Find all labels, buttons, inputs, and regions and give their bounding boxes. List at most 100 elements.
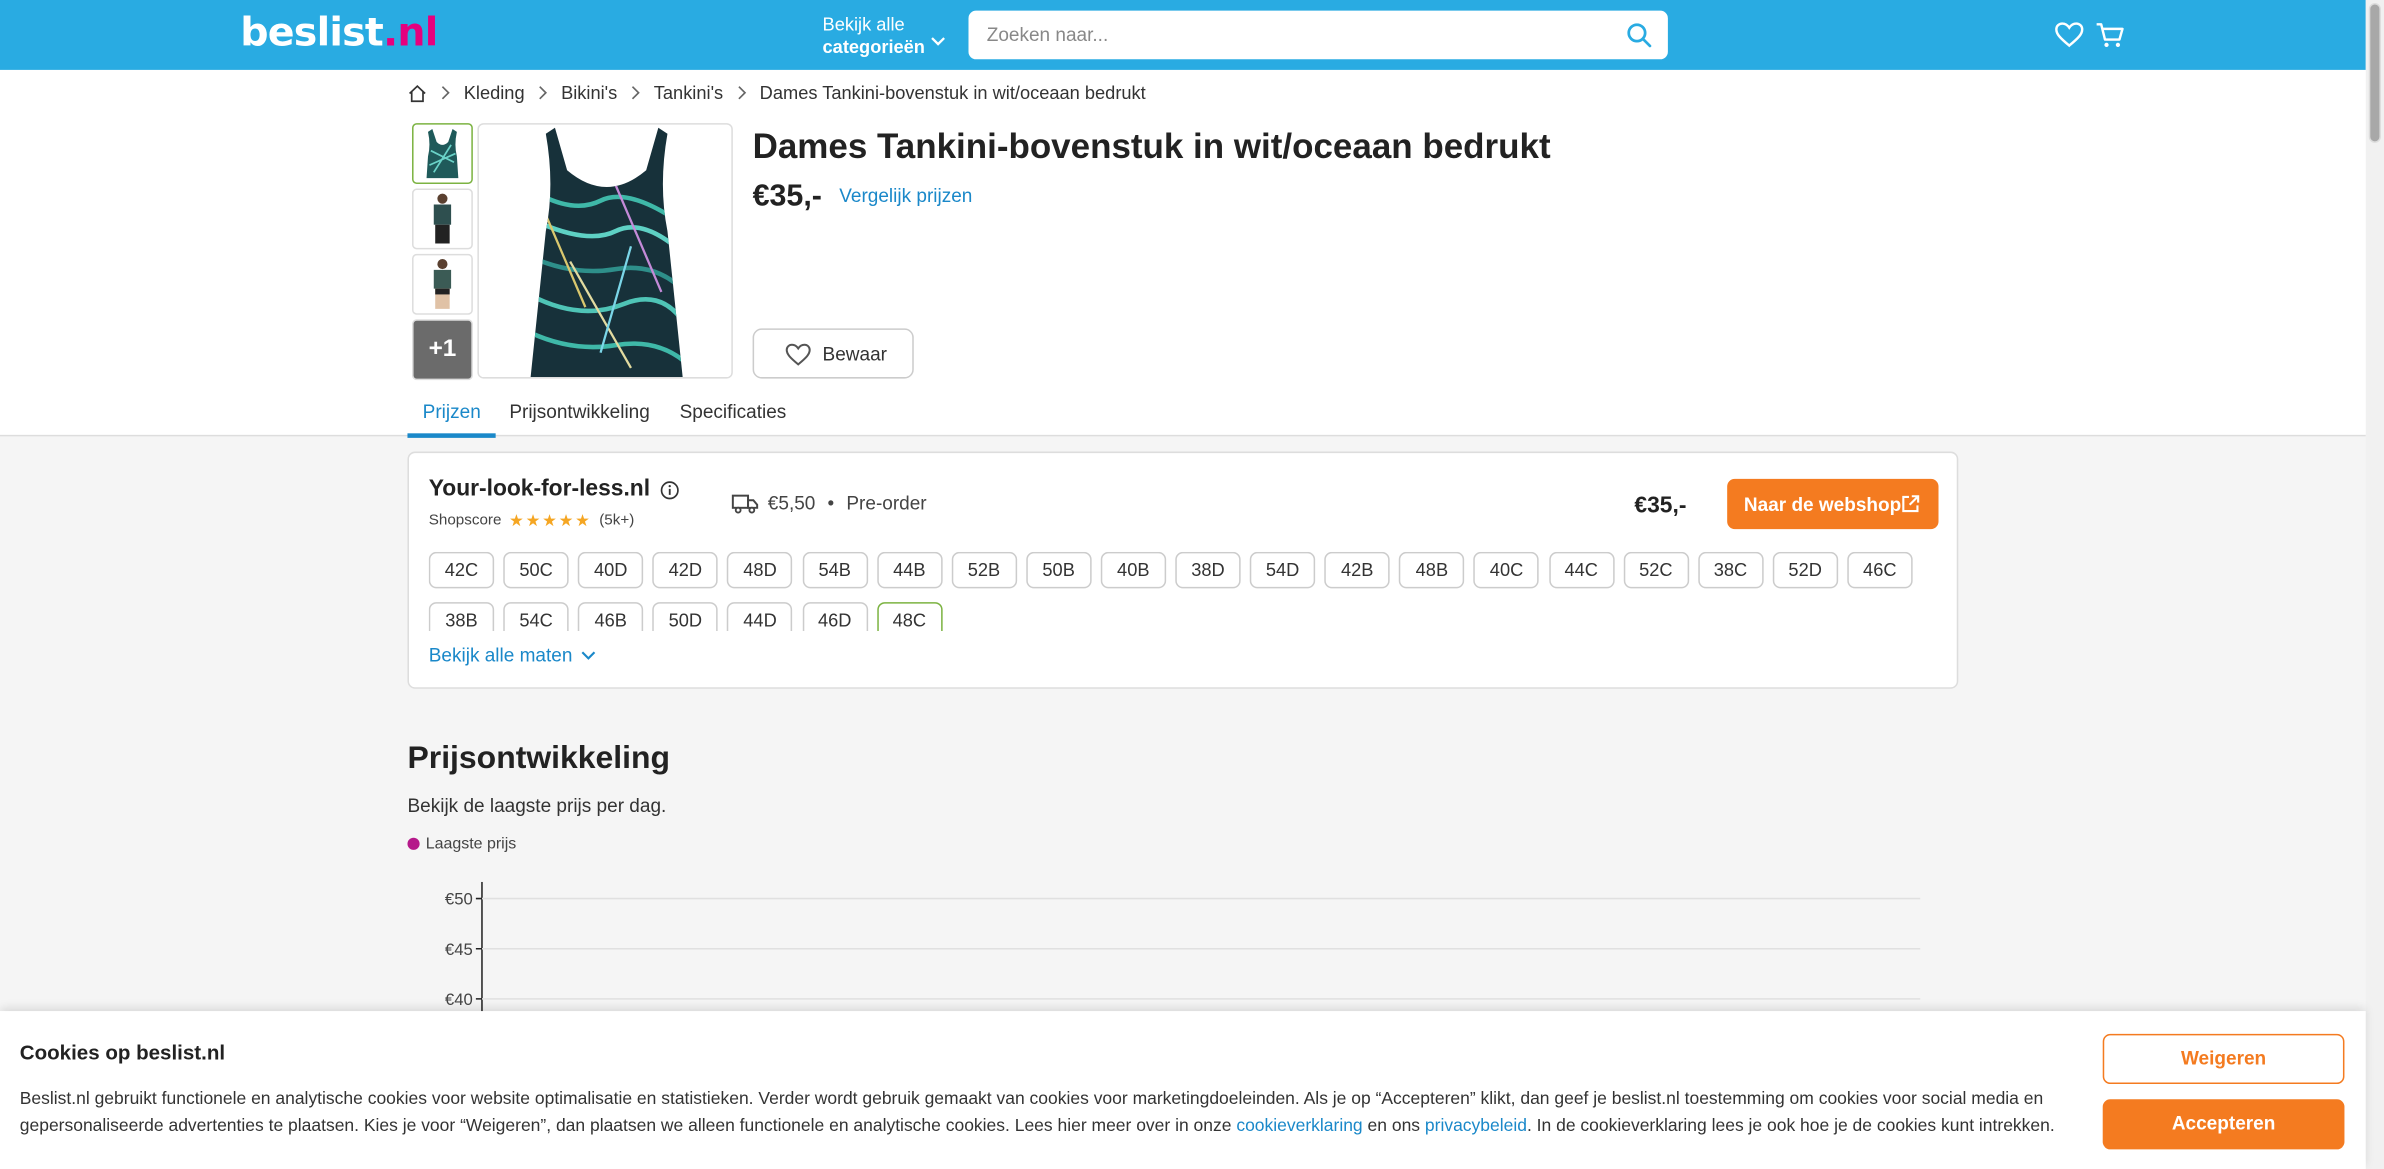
show-all-sizes-link[interactable]: Bekijk alle maten xyxy=(429,645,595,666)
logo-text: beslist xyxy=(240,10,384,57)
size-option[interactable]: 54C xyxy=(503,602,569,631)
size-option[interactable]: 38D xyxy=(1175,551,1241,589)
product-thumbnail[interactable] xyxy=(412,123,473,184)
shopscore: Shopscore ★★★★★ (5k+) xyxy=(428,511,635,531)
size-option[interactable]: 46C xyxy=(1847,551,1913,589)
size-option[interactable]: 44D xyxy=(727,602,793,631)
product-thumbnail[interactable] xyxy=(412,253,473,315)
show-all-sizes-label: Bekijk alle maten xyxy=(428,644,573,666)
tab-prijsontwikkeling[interactable]: Prijsontwikkeling xyxy=(509,401,649,422)
size-option[interactable]: 50B xyxy=(1025,551,1092,589)
chevron-right-icon xyxy=(441,86,450,100)
chevron-down-icon xyxy=(580,650,595,660)
go-to-webshop-button[interactable]: Naar de webshop xyxy=(1727,478,1939,530)
truck-icon xyxy=(731,494,759,514)
legend-label: Laagste prijs xyxy=(425,834,517,853)
logo[interactable]: beslist.nl xyxy=(240,10,438,57)
size-option[interactable]: 48C xyxy=(876,602,943,631)
active-tab-indicator xyxy=(407,433,496,438)
size-option[interactable]: 48D xyxy=(727,551,793,589)
chart-legend: Laagste prijs xyxy=(407,835,516,853)
webshop-button-label: Naar de webshop xyxy=(1743,494,1902,516)
scrollbar-thumb[interactable] xyxy=(2368,3,2381,143)
size-option[interactable]: 44B xyxy=(876,551,943,589)
shopscore-label: Shopscore xyxy=(428,512,502,530)
size-option[interactable]: 52C xyxy=(1623,551,1689,589)
shipping-cost: €5,50 xyxy=(767,492,816,514)
tabs-divider xyxy=(0,434,2366,437)
search-icon[interactable] xyxy=(1625,21,1652,48)
cookie-text: Beslist.nl gebruikt functionele en analy… xyxy=(20,1086,2073,1141)
categories-line2: categorieën xyxy=(822,36,925,58)
save-button[interactable]: Bewaar xyxy=(752,328,914,379)
size-option[interactable]: 48B xyxy=(1399,551,1465,589)
size-option[interactable]: 52D xyxy=(1772,551,1838,589)
tab-prijzen[interactable]: Prijzen xyxy=(423,401,481,422)
chevron-right-icon xyxy=(539,86,548,100)
privacy-policy-link[interactable]: privacybeleid xyxy=(1425,1117,1527,1135)
search-bar xyxy=(968,10,1668,60)
cookie-statement-link[interactable]: cookieverklaring xyxy=(1236,1117,1362,1135)
home-icon[interactable] xyxy=(407,83,427,103)
product-header-area xyxy=(0,69,2366,437)
page: beslist.nl Bekijk alle categorieën Kledi… xyxy=(0,0,2384,1169)
size-option[interactable]: 38C xyxy=(1697,551,1764,589)
shipping-info: €5,50 • Pre-order xyxy=(731,492,927,514)
size-option[interactable]: 44C xyxy=(1548,551,1614,589)
categories-menu-button[interactable]: Bekijk alle categorieën xyxy=(823,14,960,60)
size-option[interactable]: 54B xyxy=(802,551,868,589)
top-navigation-bar: beslist.nl Bekijk alle categorieën xyxy=(0,0,2366,70)
breadcrumb-item-kleding[interactable]: Kleding xyxy=(464,82,525,103)
size-option[interactable]: 50C xyxy=(503,551,569,589)
tab-specificaties[interactable]: Specificaties xyxy=(680,401,787,422)
size-option[interactable]: 52B xyxy=(951,551,1017,589)
logo-suffix: .nl xyxy=(383,10,438,57)
cart-icon[interactable] xyxy=(2095,20,2125,50)
chart-tick-label: €40 xyxy=(445,990,473,1009)
cookie-text-part3: . In de cookieverklaring lees je ook hoe… xyxy=(1526,1117,2055,1136)
size-option[interactable]: 38B xyxy=(428,602,495,631)
chevron-right-icon xyxy=(737,86,746,100)
size-option[interactable]: 42C xyxy=(428,551,495,589)
offer-price: €35,- xyxy=(1634,492,1687,519)
chevron-right-icon xyxy=(631,86,640,100)
compare-prices-link[interactable]: Vergelijk prijzen xyxy=(839,185,972,206)
search-input[interactable] xyxy=(983,22,1598,48)
heart-icon[interactable] xyxy=(2054,20,2084,50)
size-option[interactable]: 54D xyxy=(1249,551,1316,589)
cookie-banner: Cookies op beslist.nl Beslist.nl gebruik… xyxy=(0,1011,2366,1169)
offer-card: Your-look-for-less.nl Shopscore ★★★★★ (5… xyxy=(407,451,1959,689)
page-scrollbar[interactable] xyxy=(2365,0,2384,1169)
product-title: Dames Tankini-bovenstuk in wit/oceaan be… xyxy=(752,126,1551,166)
price-history-subtitle: Bekijk de laagste prijs per dag. xyxy=(407,795,667,817)
accept-cookies-button[interactable]: Accepteren xyxy=(2102,1099,2345,1150)
breadcrumb-item-tankinis[interactable]: Tankini's xyxy=(654,82,723,103)
size-option[interactable]: 42D xyxy=(652,551,719,589)
info-icon[interactable] xyxy=(660,480,680,500)
size-option[interactable]: 40C xyxy=(1473,551,1540,589)
breadcrumb-item-bikinis[interactable]: Bikini's xyxy=(561,82,617,103)
chart-tick-label: €45 xyxy=(445,940,473,959)
product-thumbnail[interactable] xyxy=(412,188,473,250)
chart-tick-label: €50 xyxy=(445,890,473,909)
cookie-title: Cookies op beslist.nl xyxy=(19,1041,226,1065)
legend-dot xyxy=(407,837,420,850)
size-option[interactable]: 40B xyxy=(1100,551,1166,589)
refuse-cookies-button[interactable]: Weigeren xyxy=(2102,1033,2345,1085)
availability: Pre-order xyxy=(846,492,927,514)
rating-stars: ★★★★★ xyxy=(509,512,592,531)
size-option[interactable]: 46B xyxy=(578,602,644,631)
size-option[interactable]: 46D xyxy=(802,602,868,631)
review-count: (5k+) xyxy=(599,512,635,530)
size-option[interactable]: 50D xyxy=(652,602,719,631)
heart-icon xyxy=(785,343,811,366)
price-history-chart: €50 €45 €40 xyxy=(445,881,1921,1019)
shop-name[interactable]: Your-look-for-less.nl xyxy=(429,476,650,502)
breadcrumb: Kleding Bikini's Tankini's Dames Tankini… xyxy=(407,82,1146,103)
chevron-down-icon xyxy=(931,37,945,46)
more-images-thumbnail[interactable]: +1 xyxy=(412,319,473,381)
size-option[interactable]: 42B xyxy=(1324,551,1390,589)
size-option[interactable]: 40D xyxy=(578,551,644,589)
external-link-icon xyxy=(1902,495,1920,513)
main-product-image[interactable] xyxy=(477,123,733,379)
